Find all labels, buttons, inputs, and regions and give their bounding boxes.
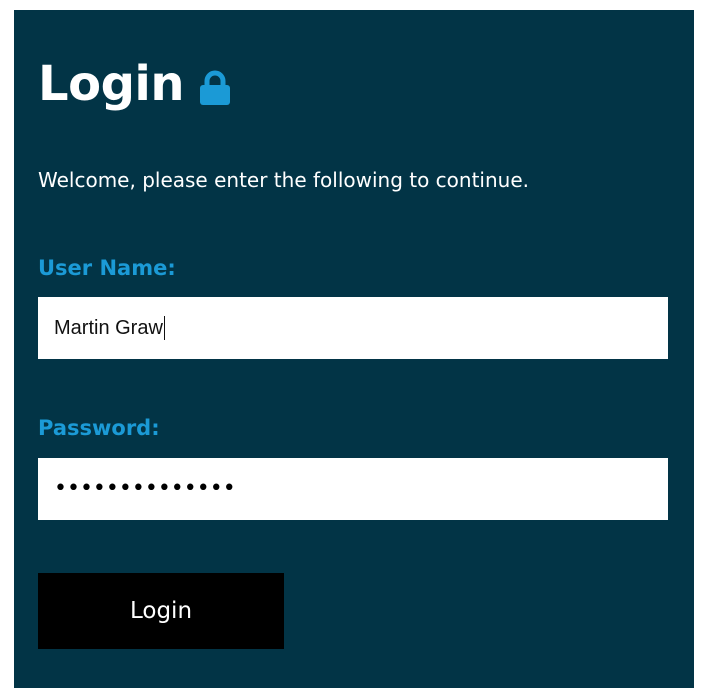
- password-label: Password:: [38, 416, 160, 440]
- login-panel: Login Welcome, please enter the followin…: [14, 10, 694, 688]
- lock-icon: [200, 70, 231, 105]
- username-input[interactable]: Martin Graw: [38, 297, 668, 359]
- password-input[interactable]: ••••••••••••••: [38, 458, 668, 520]
- page-title: Login: [38, 56, 185, 112]
- welcome-message: Welcome, please enter the following to c…: [38, 168, 530, 192]
- login-button[interactable]: Login: [38, 573, 284, 649]
- username-value: Martin Graw: [54, 316, 163, 339]
- username-label: User Name:: [38, 256, 176, 280]
- password-masked-value: ••••••••••••••: [54, 476, 236, 501]
- title-row: Login: [38, 54, 232, 114]
- text-caret: [163, 316, 166, 340]
